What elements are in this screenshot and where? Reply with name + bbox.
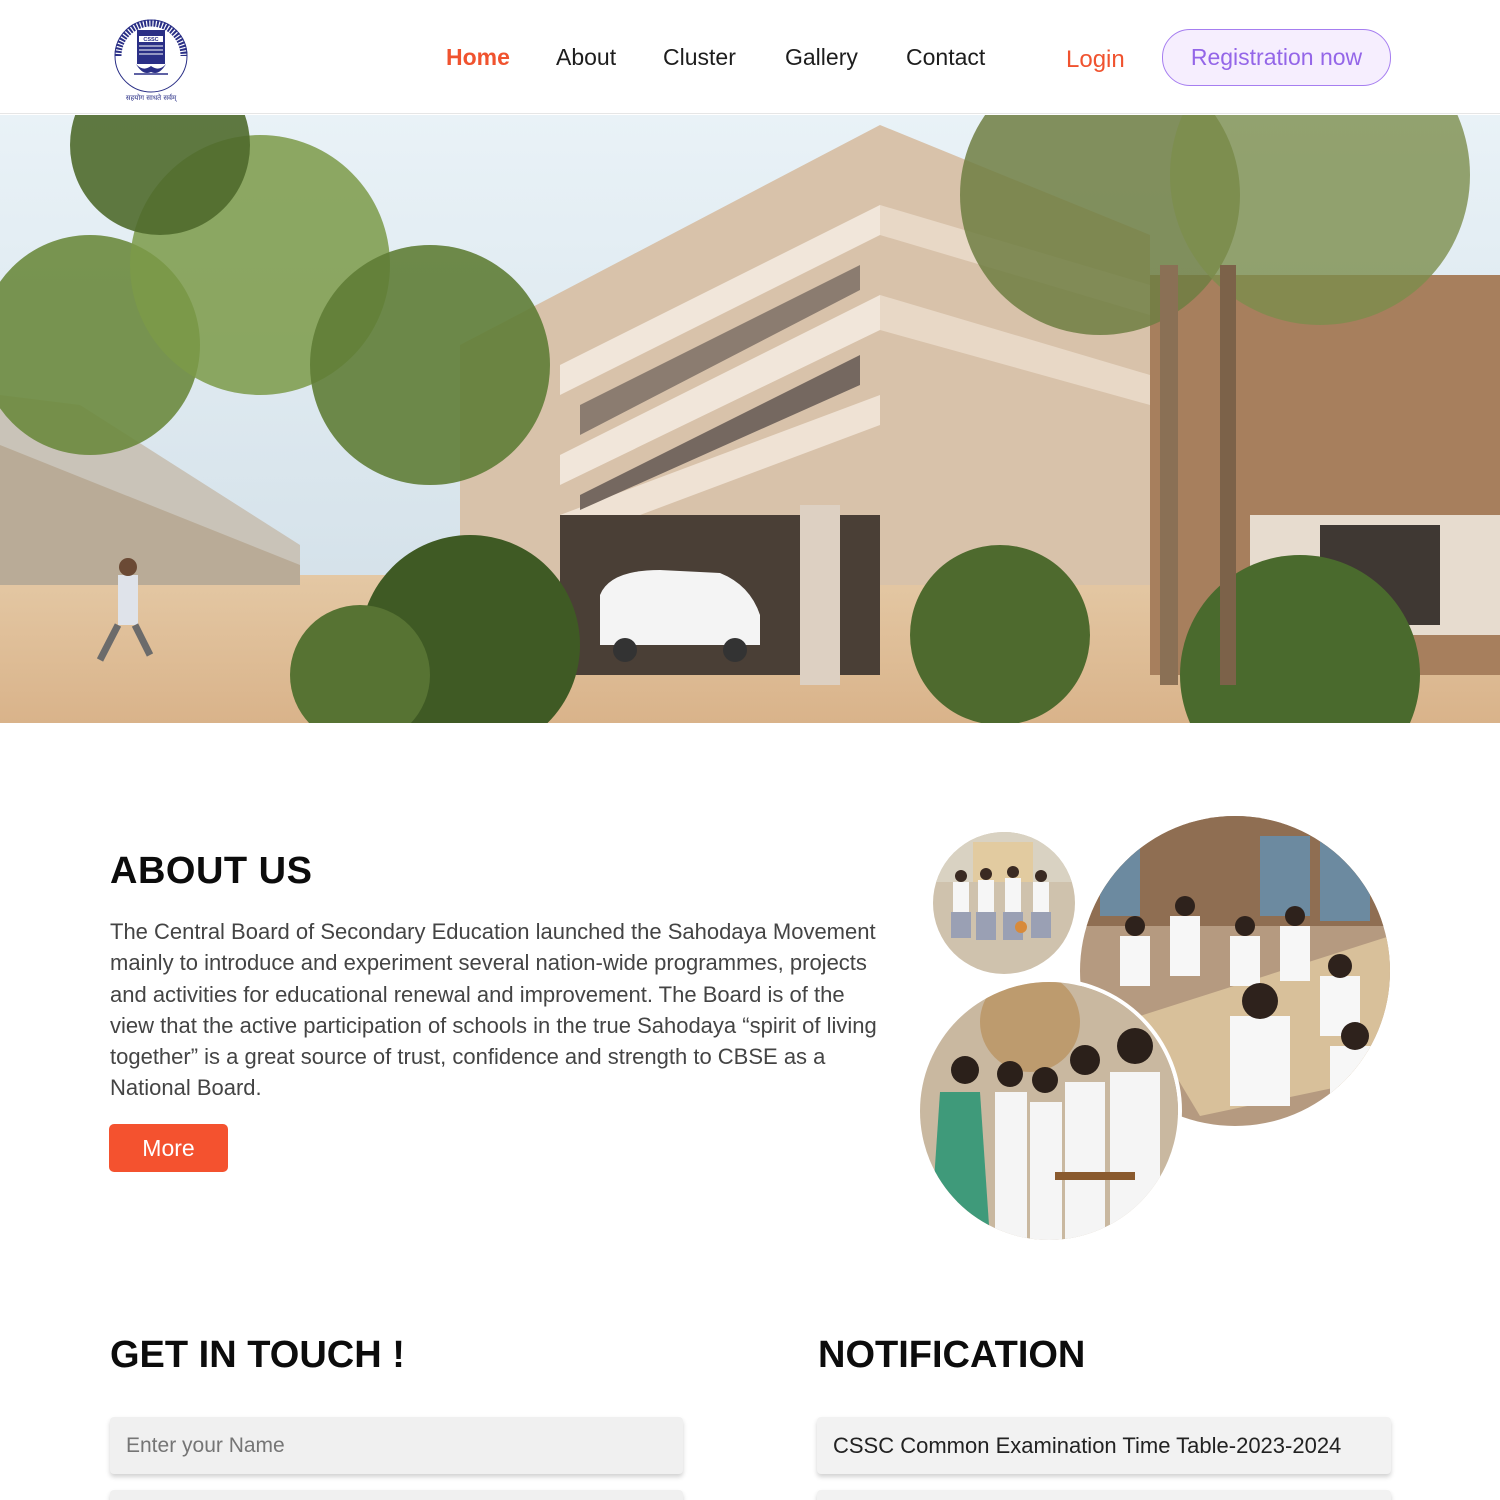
registration-button[interactable]: Registration now	[1162, 29, 1391, 86]
nav-home[interactable]: Home	[446, 44, 510, 71]
about-title: ABOUT US	[110, 850, 313, 892]
get-in-touch-title: GET IN TOUCH !	[110, 1334, 405, 1376]
svg-text:CSSC: CSSC	[143, 37, 158, 43]
about-text: The Central Board of Secondary Education…	[110, 919, 877, 1101]
nav-gallery[interactable]: Gallery	[785, 44, 858, 71]
name-input[interactable]	[110, 1417, 683, 1474]
hero-school-photo	[0, 115, 1500, 723]
nav-cluster[interactable]: Cluster	[663, 44, 736, 71]
students-walking-photo	[933, 832, 1075, 974]
nav-contact[interactable]: Contact	[906, 44, 985, 71]
more-button[interactable]: More	[109, 1124, 228, 1172]
svg-text:सहयोग साधते सर्वम्: सहयोग साधते सर्वम्	[126, 93, 177, 102]
hero-banner	[0, 115, 1500, 723]
login-link[interactable]: Login	[1066, 46, 1125, 74]
notification-item[interactable]: CSSC Common Examination Time Table-2023-…	[817, 1417, 1391, 1474]
next-input[interactable]	[110, 1490, 683, 1500]
notification-item-next[interactable]	[817, 1490, 1391, 1500]
nav-about[interactable]: About	[556, 44, 616, 71]
site-header: CSSC सहयोग साधते सर्वम् Home About Clust…	[0, 0, 1500, 114]
notification-title: NOTIFICATION	[818, 1334, 1086, 1376]
cssc-logo[interactable]: CSSC सहयोग साधते सर्वम्	[106, 16, 196, 104]
students-teacher-photo	[916, 978, 1182, 1244]
